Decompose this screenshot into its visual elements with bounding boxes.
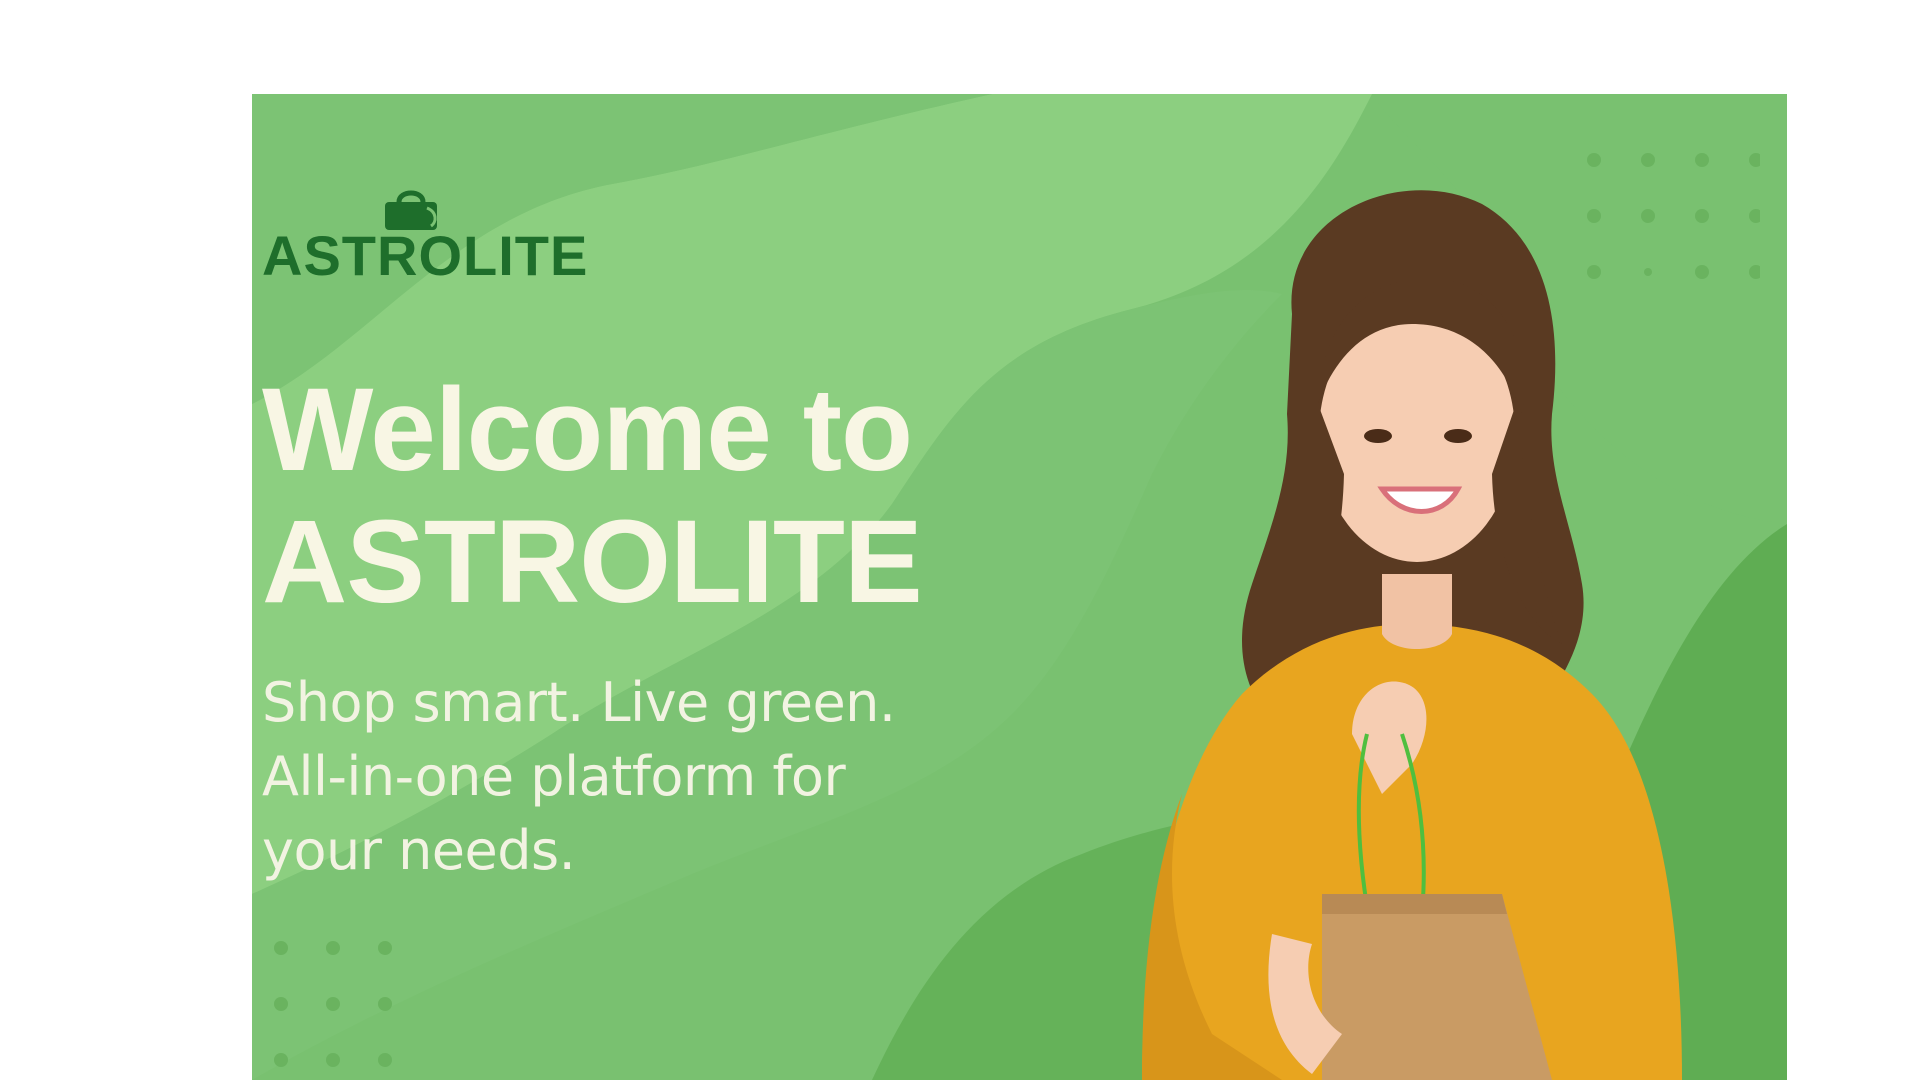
hero-headline: Welcome to ASTROLITE bbox=[262, 364, 923, 628]
decorative-dot-grid-bottom-left bbox=[267, 934, 407, 1074]
page: ASTROLITE Welcome to ASTROLITE Shop smar… bbox=[0, 0, 1920, 1080]
headline-line-2: ASTROLITE bbox=[262, 496, 923, 628]
brand-name: ASTROLITE bbox=[262, 224, 589, 287]
brand-logo[interactable]: ASTROLITE bbox=[262, 186, 592, 286]
hero-banner: ASTROLITE Welcome to ASTROLITE Shop smar… bbox=[252, 94, 1787, 1080]
headline-line-1: Welcome to bbox=[262, 364, 913, 496]
hero-tagline: Shop smart. Live green. All-in-one platf… bbox=[262, 671, 896, 882]
woman-with-shopping-bag-image bbox=[1082, 174, 1702, 1080]
